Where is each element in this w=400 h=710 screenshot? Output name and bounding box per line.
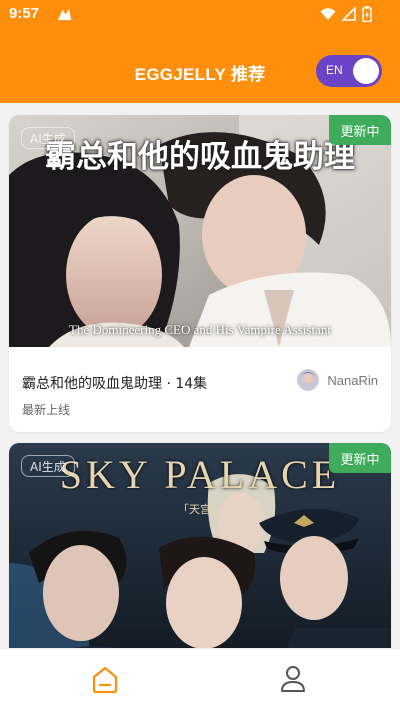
status-bar: 9:57 [0,0,400,28]
wifi-icon [320,8,336,20]
ai-generated-badge: AI生成 [21,455,75,477]
cover-subtitle: 「天宫」 [178,503,222,516]
drama-cover-image[interactable]: 霸总和他的吸血鬼助理 The Domineering CEO and His V… [9,115,391,347]
drama-card[interactable]: SKY PALACE 「天宫」 AI生成 更新中 [9,443,391,648]
profile-icon[interactable] [279,664,307,694]
drama-cover-image[interactable]: SKY PALACE 「天宫」 AI生成 更新中 [9,443,391,648]
author[interactable]: NanaRin [297,369,378,391]
recommendation-feed[interactable]: 霸总和他的吸血鬼助理 The Domineering CEO and His V… [0,103,400,648]
status-icons [320,6,372,22]
card-info[interactable]: 霸总和他的吸血鬼助理 · 14集 最新上线 NanaRin [9,347,391,432]
cover-title-en: The Domineering CEO and His Vampire Assi… [69,322,331,337]
ai-generated-badge: AI生成 [21,127,75,149]
status-time: 9:57 [9,5,40,22]
battery-icon [362,6,372,22]
language-toggle[interactable]: EN [316,55,382,87]
language-toggle-label: EN [326,63,343,77]
app-notification-icon [57,8,72,21]
home-icon[interactable] [90,665,120,695]
top-app-bar: 9:57 EGGJELLY 推荐 EN [0,0,400,103]
signal-icon [342,7,356,21]
author-name: NanaRin [327,372,378,388]
drama-title: 霸总和他的吸血鬼助理 · 14集 [22,376,208,392]
language-toggle-knob[interactable] [353,58,379,84]
avatar[interactable] [297,369,320,391]
updating-badge: 更新中 [329,115,391,145]
drama-subtitle: 最新上线 [22,403,71,417]
bottom-navigation [0,648,400,710]
updating-badge: 更新中 [329,443,391,473]
drama-card[interactable]: 霸总和他的吸血鬼助理 The Domineering CEO and His V… [9,115,391,432]
